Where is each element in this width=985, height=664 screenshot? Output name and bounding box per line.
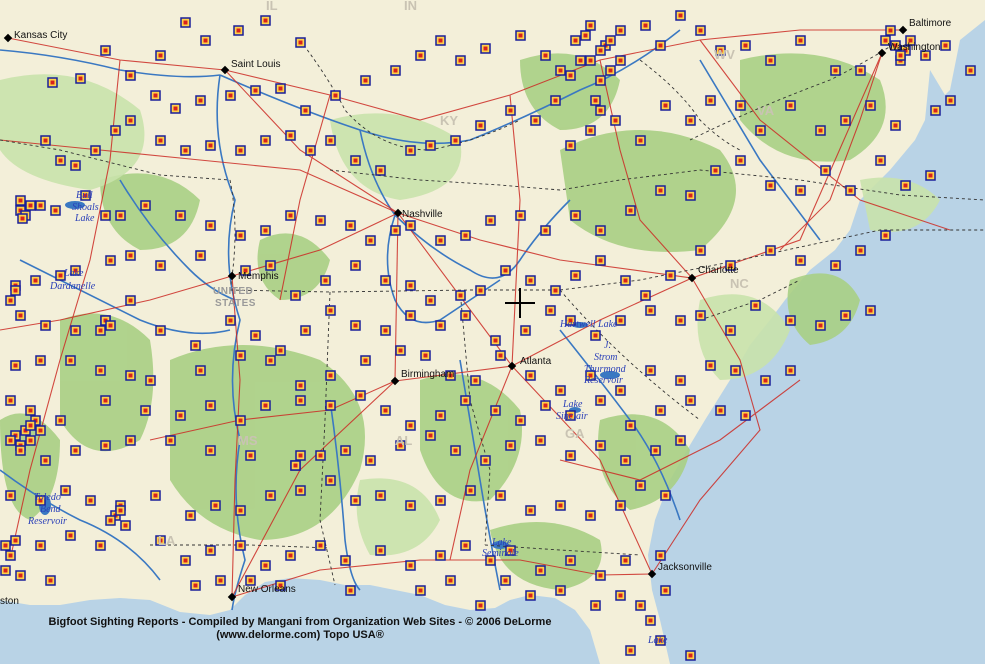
state-label: VA bbox=[757, 103, 775, 118]
water-label: Lake bbox=[562, 399, 583, 410]
city-label-houston-partial: ston bbox=[0, 596, 19, 607]
city-marker-baltimore[interactable] bbox=[898, 25, 908, 35]
water-label: Toledo bbox=[34, 492, 61, 503]
city-marker-kansas-city[interactable] bbox=[3, 33, 13, 43]
country-label-line: UNITED bbox=[213, 286, 253, 297]
city-marker-atlanta[interactable] bbox=[507, 361, 517, 371]
city-label-charlotte: Charlotte bbox=[698, 265, 739, 276]
water-label: Reservoir bbox=[583, 375, 623, 386]
city-marker-washington[interactable] bbox=[877, 48, 887, 58]
water-label: Bull bbox=[76, 190, 93, 201]
city-label-washington: Washington bbox=[888, 42, 940, 53]
water-label: Reservoir bbox=[27, 516, 67, 527]
water-label: Lake bbox=[491, 537, 512, 548]
city-label-memphis: Memphis bbox=[238, 271, 279, 282]
state-label: WV bbox=[714, 47, 735, 62]
country-label: UNITED STATES bbox=[213, 286, 256, 309]
city-marker-nashville[interactable] bbox=[393, 208, 403, 218]
water-label: Dardanelle bbox=[49, 281, 96, 292]
state-label: NC bbox=[730, 276, 749, 291]
city-label-new-orleans: New Orleans bbox=[238, 584, 296, 595]
state-label: LA bbox=[158, 533, 176, 548]
water-label: Sinclair bbox=[556, 411, 588, 422]
water-label: Thurmond bbox=[584, 364, 627, 375]
city-label-saint-louis: Saint Louis bbox=[231, 59, 280, 70]
caption-line-1: Bigfoot Sighting Reports - Compiled by M… bbox=[48, 616, 552, 628]
state-label: AL bbox=[395, 433, 412, 448]
state-label: IL bbox=[266, 0, 278, 13]
caption-line-2: (www.delorme.com) Topo USA® bbox=[216, 629, 384, 641]
map-view[interactable]: IL IN WV VA KY NC GA AL MS LA UNITED STA… bbox=[0, 0, 985, 664]
map-caption: Bigfoot Sighting Reports - Compiled by M… bbox=[0, 616, 600, 642]
city-marker-new-orleans[interactable] bbox=[227, 592, 237, 602]
water-label: Lake bbox=[63, 268, 84, 279]
state-label: IN bbox=[404, 0, 417, 13]
water-label: Strom bbox=[594, 352, 618, 363]
city-marker-memphis[interactable] bbox=[227, 271, 237, 281]
state-label: KY bbox=[440, 113, 458, 128]
water-label: Bend bbox=[40, 504, 62, 515]
city-label-jacksonville: Jacksonville bbox=[658, 562, 712, 573]
city-label-kansas-city: Kansas City bbox=[14, 30, 67, 41]
water-label: J. bbox=[604, 340, 611, 351]
city-marker-charlotte[interactable] bbox=[687, 273, 697, 283]
map-crosshair-cursor bbox=[505, 288, 535, 318]
country-label-line: STATES bbox=[215, 298, 256, 309]
water-label: Lake bbox=[74, 213, 95, 224]
label-layer: IL IN WV VA KY NC GA AL MS LA UNITED STA… bbox=[0, 0, 952, 646]
water-label: Shoals bbox=[72, 202, 99, 213]
city-marker-jacksonville[interactable] bbox=[647, 569, 657, 579]
city-marker-birmingham[interactable] bbox=[390, 376, 400, 386]
state-label: MS bbox=[238, 433, 258, 448]
city-marker-saint-louis[interactable] bbox=[220, 65, 230, 75]
water-label: Lake bbox=[647, 635, 668, 646]
state-label: GA bbox=[565, 426, 585, 441]
water-label: Seminole bbox=[482, 548, 519, 559]
water-labels: Bull Shoals Lake Lake Dardanelle Toledo … bbox=[27, 190, 668, 646]
city-label-atlanta: Atlanta bbox=[520, 356, 552, 367]
city-labels: Kansas City Saint Louis Nashville Memphi… bbox=[0, 18, 952, 607]
city-label-birmingham: Birmingham bbox=[401, 369, 454, 380]
water-label: Hartwell Lake bbox=[559, 319, 618, 330]
city-label-baltimore: Baltimore bbox=[909, 18, 952, 29]
city-label-nashville: Nashville bbox=[402, 209, 443, 220]
